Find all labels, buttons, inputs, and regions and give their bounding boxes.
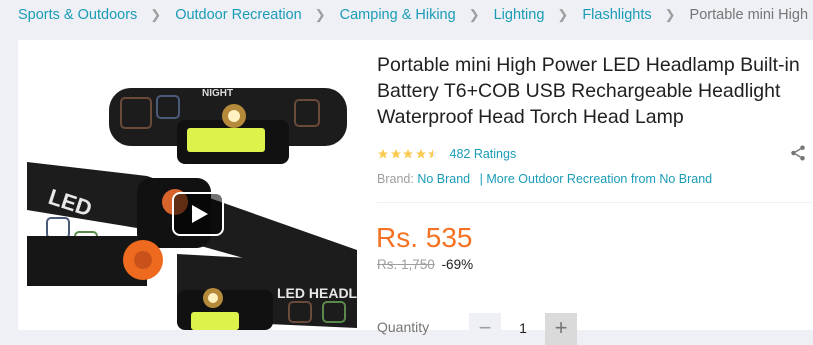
chevron-right-icon: ❯ bbox=[664, 7, 676, 22]
breadcrumb: Sports & Outdoors ❯ Outdoor Recreation ❯… bbox=[0, 0, 813, 30]
chevron-right-icon: ❯ bbox=[314, 7, 326, 22]
plus-icon: + bbox=[554, 315, 568, 340]
product-title-line: Battery T6+COB USB Rechargeable Headligh… bbox=[377, 80, 781, 102]
product-title-line: Portable mini High Power LED Headlamp Bu… bbox=[377, 54, 800, 76]
quantity-label: Quantity bbox=[377, 319, 430, 335]
minus-icon: − bbox=[478, 315, 492, 340]
chevron-right-icon: ❯ bbox=[557, 7, 569, 22]
product-title-line: Waterproof Head Torch Head Lamp bbox=[377, 106, 684, 128]
breadcrumb-flashlights[interactable]: Flashlights bbox=[582, 7, 651, 23]
star-icon bbox=[390, 149, 401, 159]
quantity-decrease-button[interactable]: − bbox=[469, 313, 501, 345]
original-price-row: Rs. 1,750 -69% bbox=[377, 257, 473, 272]
breadcrumb-sports-outdoors[interactable]: Sports & Outdoors bbox=[18, 7, 137, 23]
product-title: Portable mini High Power LED Headlamp Bu… bbox=[377, 52, 813, 130]
chevron-right-icon: ❯ bbox=[150, 7, 162, 22]
half-star-icon bbox=[428, 149, 438, 159]
chevron-right-icon: ❯ bbox=[468, 7, 480, 22]
divider bbox=[377, 202, 813, 203]
discount-badge: -69% bbox=[441, 257, 474, 272]
star-icon bbox=[415, 149, 426, 159]
rating-row: 482 Ratings bbox=[377, 146, 516, 162]
brand-row: Brand: No Brand | More Outdoor Recreatio… bbox=[377, 172, 712, 186]
play-icon bbox=[192, 205, 208, 223]
breadcrumb-current-product: Portable mini High Power LED Headlamp Bu… bbox=[689, 7, 813, 23]
brand-link[interactable]: No Brand bbox=[417, 172, 470, 186]
star-icon bbox=[403, 149, 413, 159]
band-top-text: NIGHT bbox=[202, 88, 233, 99]
quantity-value[interactable]: 1 bbox=[501, 313, 545, 345]
share-icon[interactable] bbox=[789, 144, 807, 162]
ratings-count-link[interactable]: 482 Ratings bbox=[450, 147, 517, 161]
play-video-button[interactable] bbox=[172, 192, 224, 236]
breadcrumb-outdoor-recreation[interactable]: Outdoor Recreation bbox=[175, 7, 302, 23]
brand-label: Brand: bbox=[377, 172, 414, 186]
star-icon bbox=[378, 149, 388, 159]
breadcrumb-lighting[interactable]: Lighting bbox=[494, 7, 545, 23]
current-price: Rs. 535 bbox=[376, 222, 473, 253]
original-price: Rs. 1,750 bbox=[377, 257, 435, 272]
breadcrumb-camping-hiking[interactable]: Camping & Hiking bbox=[340, 7, 456, 23]
quantity-increase-button[interactable]: + bbox=[545, 313, 577, 345]
more-from-brand-link[interactable]: | More Outdoor Recreation from No Brand bbox=[480, 172, 713, 186]
band-right-text: LED HEADLIGHT bbox=[277, 285, 357, 301]
rating-stars bbox=[377, 148, 440, 160]
